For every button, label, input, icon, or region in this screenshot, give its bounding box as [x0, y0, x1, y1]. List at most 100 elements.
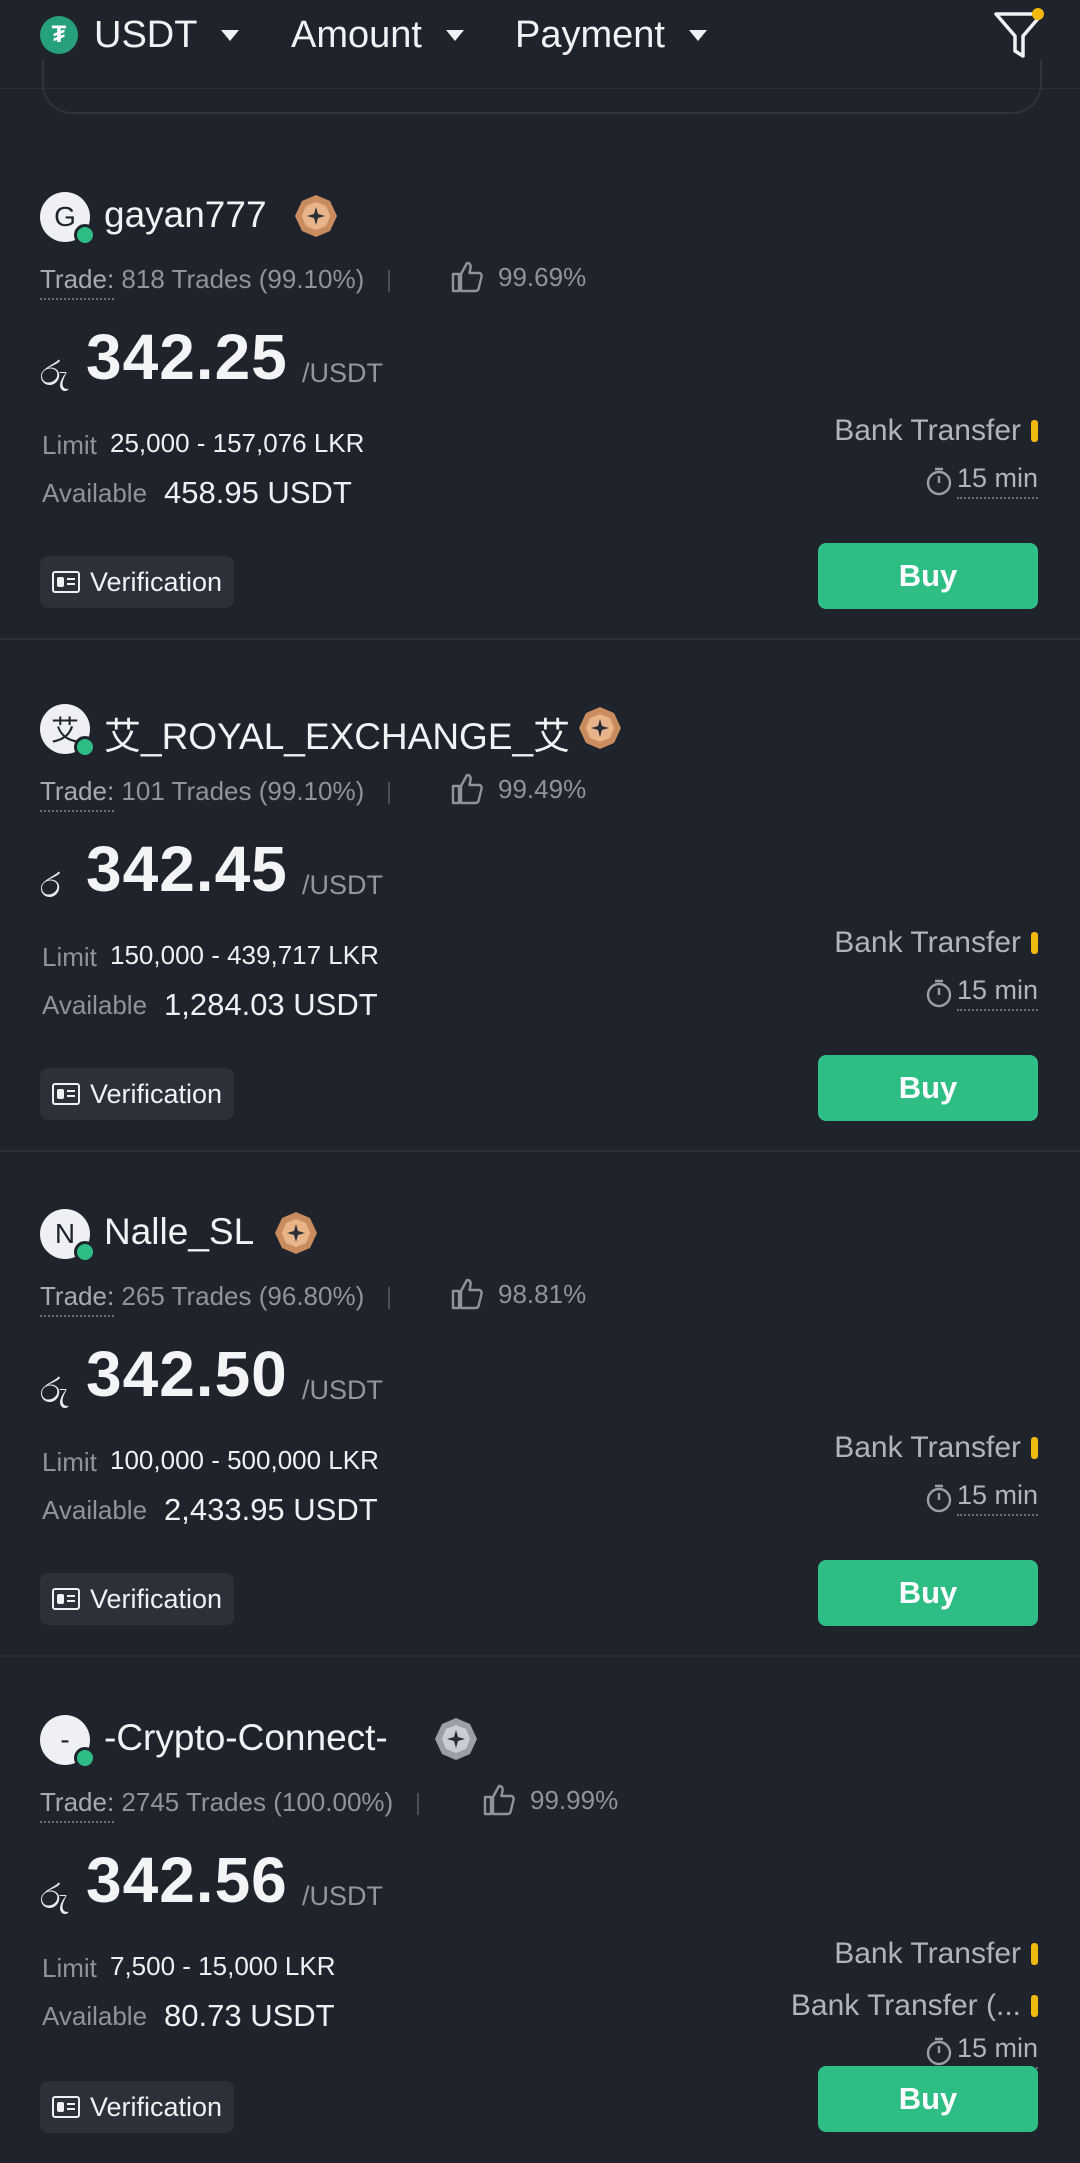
trade-count: 2745 Trades — [121, 1787, 266, 1817]
price: 342.45 — [86, 833, 288, 905]
price-unit: /USDT — [302, 1881, 383, 1911]
trade-label: Trade: — [40, 1281, 115, 1317]
trade-stats: Trade: 2745 Trades (100.00%) — [40, 1787, 453, 1823]
notification-dot — [1032, 8, 1044, 20]
thumbs-up-icon — [451, 773, 483, 805]
stopwatch-icon — [926, 1484, 952, 1513]
trade-count: 818 Trades — [121, 264, 252, 294]
online-status-dot — [74, 736, 96, 758]
id-card-icon — [52, 571, 80, 593]
payment-method-label: Bank Transfer (... — [790, 1989, 1021, 2022]
payment-time-limit: 15 min — [925, 1480, 1038, 1516]
currency-symbol: රු — [40, 355, 69, 393]
available-value: 80.73 USDT — [164, 1998, 335, 2033]
buy-button[interactable]: Buy — [818, 2066, 1038, 2132]
avatar-letter: N — [54, 1218, 76, 1249]
currency-symbol: රු — [40, 1372, 69, 1410]
trade-stats: Trade: 818 Trades (99.10%) — [40, 264, 424, 300]
usdt-coin-icon: ₮ — [40, 16, 78, 54]
verification-label: Verification — [90, 566, 223, 597]
merchant-name[interactable]: gayan777 — [104, 194, 267, 236]
currency-symbol: රු — [40, 1878, 69, 1916]
silver-badge-icon — [435, 1718, 477, 1760]
thumbs-up-icon — [451, 261, 483, 293]
available-label: Available — [42, 478, 148, 508]
payment-method: Bank Transfer (... — [791, 1989, 1038, 2023]
payment-color-marker — [1031, 420, 1038, 442]
available-value: 1,284.03 USDT — [164, 987, 378, 1022]
trade-stats: Trade: 101 Trades (99.10%) — [40, 776, 424, 812]
payment-filter[interactable]: Payment — [515, 12, 707, 58]
merchant-name[interactable]: Nalle_SL — [104, 1211, 254, 1253]
stopwatch-icon — [926, 467, 952, 496]
price: 342.56 — [86, 1844, 288, 1916]
divider — [0, 638, 1080, 640]
payment-method: Bank Transfer — [834, 414, 1038, 448]
buy-button[interactable]: Buy — [818, 1560, 1038, 1626]
available-label: Available — [42, 990, 148, 1020]
payment-method: Bank Transfer — [834, 1937, 1038, 1971]
gold-badge-icon — [579, 707, 621, 749]
payment-method-label: Bank Transfer — [834, 1937, 1021, 1970]
price-unit: /USDT — [302, 870, 383, 900]
gold-badge-icon — [275, 1212, 317, 1254]
completion-rate: (99.10%) — [258, 776, 365, 806]
price-unit: /USDT — [302, 1375, 383, 1405]
verification-tag[interactable]: Verification — [40, 2081, 235, 2133]
merchant-name[interactable]: 艾_ROYAL_EXCHANGE_艾 — [104, 706, 570, 760]
coin-filter-label: USDT — [94, 13, 198, 56]
p2p-ad-card: 艾艾_ROYAL_EXCHANGE_艾 Trade: 101 Trades (99… — [0, 642, 1080, 1152]
price-unit: /USDT — [302, 358, 383, 388]
chevron-down-icon — [688, 29, 707, 41]
collapsed-panel-edge — [42, 60, 1042, 114]
time-value: 15 min — [956, 2033, 1038, 2069]
id-card-icon — [52, 1083, 80, 1105]
p2p-ad-card: N Nalle_SL Trade: 265 Trades (96.80%) 98.81… — [0, 1147, 1080, 1657]
limit-label: Limit — [42, 1447, 97, 1477]
limit-label: Limit — [42, 430, 97, 460]
limit-value: 150,000 - 439,717 LKR — [110, 940, 379, 970]
price: 342.50 — [86, 1338, 288, 1410]
positive-rate: 98.81% — [498, 1279, 587, 1309]
amount-filter-label: Amount — [291, 13, 422, 56]
payment-time-limit: 15 min — [925, 2033, 1038, 2069]
merchant-name[interactable]: -Crypto-Connect- — [104, 1717, 388, 1759]
gold-badge-icon — [295, 195, 337, 237]
time-value: 15 min — [956, 463, 1038, 499]
currency-symbol: ර — [40, 867, 61, 905]
time-value: 15 min — [956, 1480, 1038, 1516]
divider — [388, 782, 391, 805]
limit-value: 7,500 - 15,000 LKR — [110, 1951, 336, 1981]
completion-rate: (96.80%) — [258, 1281, 365, 1311]
divider — [417, 1793, 420, 1816]
payment-method: Bank Transfer — [834, 926, 1038, 960]
trade-count: 101 Trades — [121, 776, 252, 806]
price: 342.25 — [86, 321, 288, 393]
payment-color-marker — [1031, 1995, 1038, 2017]
chevron-down-icon — [445, 29, 464, 41]
available-label: Available — [42, 1495, 148, 1525]
coin-filter[interactable]: ₮ USDT — [40, 12, 240, 58]
thumbs-up-icon — [483, 1784, 515, 1816]
amount-filter[interactable]: Amount — [291, 12, 464, 58]
payment-method-label: Bank Transfer — [834, 926, 1021, 959]
thumbs-up-icon — [451, 1278, 483, 1310]
buy-button[interactable]: Buy — [818, 1055, 1038, 1121]
stopwatch-icon — [926, 2037, 952, 2066]
buy-button[interactable]: Buy — [818, 543, 1038, 609]
verification-tag[interactable]: Verification — [40, 1068, 235, 1120]
limit-label: Limit — [42, 942, 97, 972]
payment-color-marker — [1031, 932, 1038, 954]
online-status-dot — [74, 1747, 96, 1769]
p2p-ad-card: - -Crypto-Connect- Trade: 2745 Trades (100… — [0, 1653, 1080, 2163]
payment-method-label: Bank Transfer — [834, 1431, 1021, 1464]
positive-rate: 99.49% — [498, 774, 587, 804]
payment-method-label: Bank Transfer — [834, 414, 1021, 447]
verification-tag[interactable]: Verification — [40, 1573, 235, 1625]
trade-label: Trade: — [40, 1787, 115, 1823]
limit-value: 100,000 - 500,000 LKR — [110, 1445, 379, 1475]
trade-count: 265 Trades — [121, 1281, 252, 1311]
verification-tag[interactable]: Verification — [40, 556, 235, 608]
available-value: 458.95 USDT — [164, 475, 352, 510]
online-status-dot — [74, 224, 96, 246]
